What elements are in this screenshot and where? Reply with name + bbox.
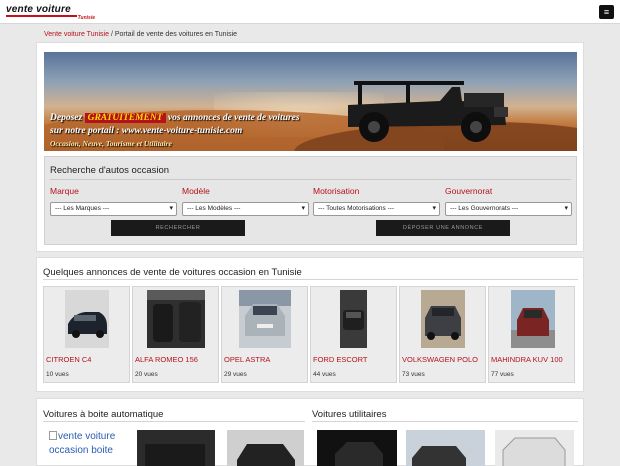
car-photo: [137, 430, 215, 466]
top-navbar: vente voiture Tunisie ≡: [0, 0, 620, 24]
modele-select-value: --- Les Modèles ---: [187, 205, 241, 212]
listings-panel: Quelques annonces de vente de voitures o…: [36, 257, 584, 392]
utility-cars-title: Voitures utilitaires: [312, 409, 387, 420]
banner-line-1: Deposez GRATUITEMENT vos annonces de ven…: [50, 113, 300, 123]
listing-title[interactable]: VOLKSWAGEN POLO: [402, 355, 478, 364]
gouvernorat-select[interactable]: --- Les Gouvernorats --- ▾: [445, 202, 572, 216]
automatic-car-photo[interactable]: [227, 430, 304, 466]
listing-views: 29 vues: [224, 371, 247, 378]
jeep-illustration: [348, 81, 508, 142]
modele-label: Modèle: [182, 186, 210, 196]
utility-car-photo[interactable]: [406, 430, 485, 466]
car-photo: [65, 290, 109, 348]
car-photo: [239, 290, 291, 348]
utility-car-photo[interactable]: [317, 430, 397, 466]
listing-photo[interactable]: [147, 290, 205, 348]
broken-image-link[interactable]: vente voiture occasion boite: [49, 430, 129, 466]
breadcrumb-current: Portail de vente des voitures en Tunisie: [114, 31, 238, 38]
breadcrumb: Vente voiture Tunisie / Portail de vente…: [44, 31, 237, 38]
logo-subtext: Tunisie: [76, 15, 96, 21]
listings-title: Quelques annonces de vente de voitures o…: [43, 267, 302, 278]
utility-car-photo[interactable]: [495, 430, 574, 466]
logo-text: vente voiture: [6, 4, 71, 15]
utility-divider: [312, 421, 578, 422]
promo-banner[interactable]: Deposez GRATUITEMENT vos annonces de ven…: [44, 52, 577, 151]
chevron-down-icon: ▾: [564, 205, 568, 212]
listings-divider: [43, 279, 578, 280]
breadcrumb-home-link[interactable]: Vente voiture Tunisie: [44, 31, 109, 38]
banner-line-2: sur notre portail : www.vente-voiture-tu…: [50, 126, 243, 136]
categories-panel: Voitures à boite automatique Voitures ut…: [36, 398, 584, 466]
search-button[interactable]: Rechercher: [111, 220, 245, 236]
broken-image-alt: vente voiture occasion boite: [49, 431, 116, 456]
listing-photo[interactable]: [511, 290, 555, 348]
banner-line-3: Occasion, Neuve, Tourisme et Utilitaire: [50, 139, 172, 148]
listing-title[interactable]: CITROEN C4: [46, 355, 91, 364]
listing-title[interactable]: MAHINDRA KUV 100: [491, 355, 563, 364]
listing-title[interactable]: OPEL ASTRA: [224, 355, 270, 364]
search-form: Recherche d'autos occasion Marque Modèle…: [44, 156, 577, 245]
hamburger-menu-icon[interactable]: ≡: [599, 5, 614, 19]
hero-panel: Deposez GRATUITEMENT vos annonces de ven…: [36, 42, 584, 252]
listing-views: 44 vues: [313, 371, 336, 378]
listing-photo[interactable]: [239, 290, 291, 348]
marque-label: Marque: [50, 186, 79, 196]
listing-card[interactable]: OPEL ASTRA 29 vues: [221, 286, 308, 383]
car-photo: [511, 290, 555, 348]
listing-views: 20 vues: [135, 371, 158, 378]
motorisation-select[interactable]: --- Toutes Motorisations --- ▾: [313, 202, 440, 216]
car-photo: [495, 430, 574, 466]
listing-views: 10 vues: [46, 371, 69, 378]
listing-photo[interactable]: [65, 290, 109, 348]
marque-select-value: --- Les Marques ---: [55, 205, 110, 212]
banner-text-deposez: Deposez: [50, 113, 83, 123]
listing-card[interactable]: FORD ESCORT 44 vues: [310, 286, 397, 383]
site-logo[interactable]: vente voiture Tunisie: [6, 4, 98, 21]
listing-card[interactable]: CITROEN C4 10 vues: [43, 286, 130, 383]
banner-text-free: GRATUITEMENT: [84, 113, 166, 123]
listing-title[interactable]: ALFA ROMEO 156: [135, 355, 198, 364]
deposit-ad-button[interactable]: Déposer une annonce: [376, 220, 510, 236]
chevron-down-icon: ▾: [301, 205, 305, 212]
car-photo: [317, 430, 397, 466]
search-divider: [50, 179, 571, 180]
automatic-divider: [43, 421, 305, 422]
gouvernorat-select-value: --- Les Gouvernorats ---: [450, 205, 519, 212]
motorisation-label: Motorisation: [313, 186, 360, 196]
search-title: Recherche d'autos occasion: [50, 165, 170, 176]
car-photo: [340, 290, 367, 348]
broken-image-icon: [49, 431, 57, 440]
listing-views: 73 vues: [402, 371, 425, 378]
car-photo: [406, 430, 485, 466]
listing-card[interactable]: ALFA ROMEO 156 20 vues: [132, 286, 219, 383]
listing-photo[interactable]: [421, 290, 465, 348]
car-photo: [421, 290, 465, 348]
chevron-down-icon: ▾: [169, 205, 173, 212]
chevron-down-icon: ▾: [432, 205, 436, 212]
modele-select[interactable]: --- Les Modèles --- ▾: [182, 202, 309, 216]
listing-card[interactable]: MAHINDRA KUV 100 77 vues: [488, 286, 575, 383]
gouvernorat-label: Gouvernorat: [445, 186, 493, 196]
listing-views: 77 vues: [491, 371, 514, 378]
motorisation-select-value: --- Toutes Motorisations ---: [318, 205, 395, 212]
automatic-cars-title: Voitures à boite automatique: [43, 409, 164, 420]
car-photo: [227, 430, 304, 466]
listing-photo[interactable]: [340, 290, 367, 348]
marque-select[interactable]: --- Les Marques --- ▾: [50, 202, 177, 216]
automatic-car-photo[interactable]: [137, 430, 215, 466]
listing-title[interactable]: FORD ESCORT: [313, 355, 367, 364]
banner-text-rest: vos annonces de vente de voitures: [167, 113, 300, 123]
car-interior-photo: [147, 290, 205, 348]
listing-card[interactable]: VOLKSWAGEN POLO 73 vues: [399, 286, 486, 383]
